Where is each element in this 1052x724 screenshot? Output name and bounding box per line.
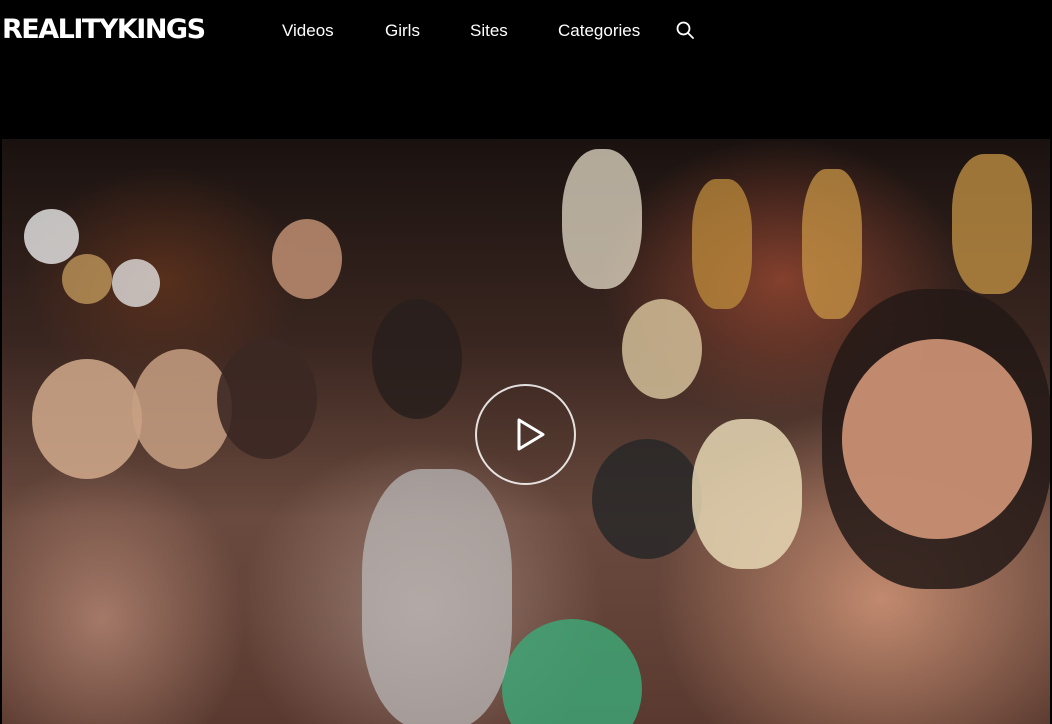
person-silhouette <box>272 219 342 299</box>
nav-item-sites[interactable]: Sites <box>470 20 508 42</box>
top-navigation-bar: REALITYKINGS Videos Girls Sites Categori… <box>0 0 1052 62</box>
person-silhouette <box>842 339 1032 539</box>
play-button[interactable] <box>475 384 576 485</box>
search-button[interactable] <box>675 20 695 40</box>
person-silhouette <box>692 419 802 569</box>
balloon-cluster-left <box>24 209 79 264</box>
balloon-gold-right <box>692 179 752 309</box>
person-silhouette <box>592 439 702 559</box>
person-silhouette <box>622 299 702 399</box>
outfit-shape <box>362 469 512 724</box>
person-silhouette <box>562 149 642 289</box>
outfit-shape <box>502 619 642 724</box>
balloon-gold-right <box>802 169 862 319</box>
site-logo[interactable]: REALITYKINGS <box>2 13 206 47</box>
person-silhouette <box>372 299 462 419</box>
play-icon <box>517 418 545 451</box>
balloon-cluster-left <box>62 254 112 304</box>
nav-item-girls[interactable]: Girls <box>385 20 420 42</box>
person-silhouette <box>32 359 142 479</box>
search-icon <box>676 21 694 39</box>
nav-item-videos[interactable]: Videos <box>282 20 334 42</box>
balloon-cluster-left <box>112 259 160 307</box>
video-thumbnail[interactable] <box>2 139 1050 724</box>
nav-item-categories[interactable]: Categories <box>558 20 640 42</box>
balloon-gold-right <box>952 154 1032 294</box>
person-silhouette <box>217 339 317 459</box>
